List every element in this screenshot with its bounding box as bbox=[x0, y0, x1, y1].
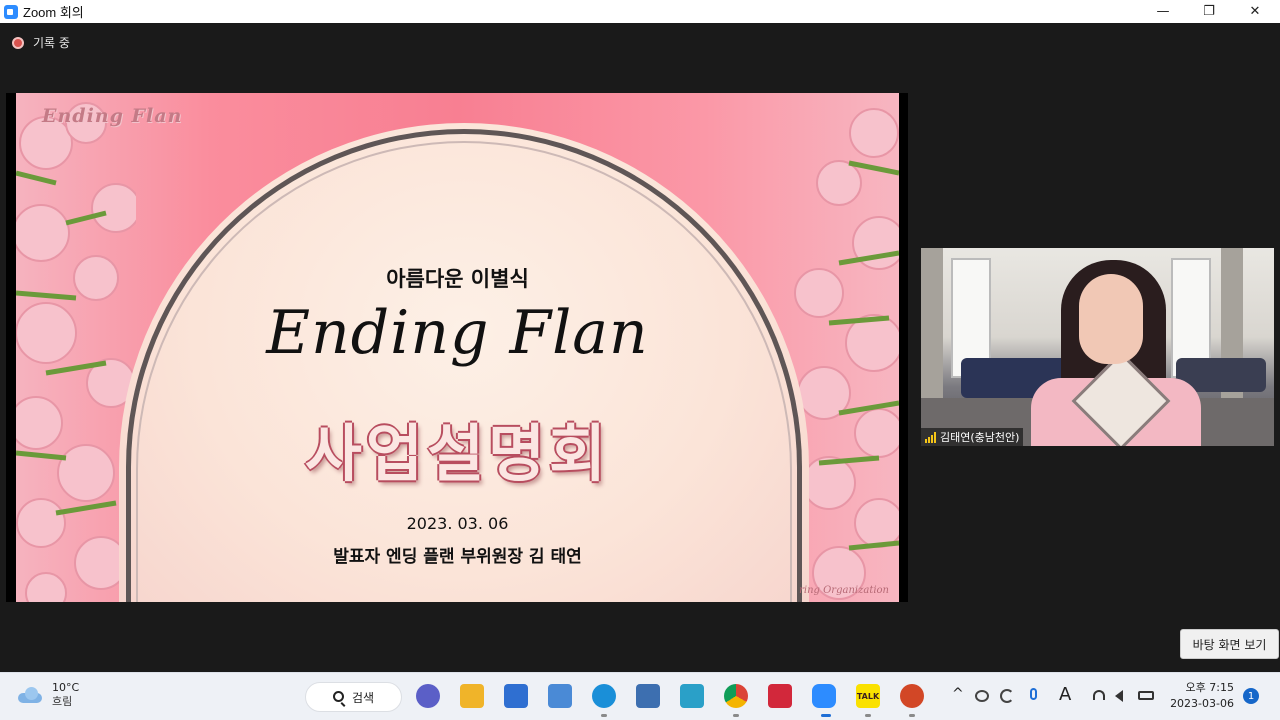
taskbar-search[interactable]: 검색 bbox=[305, 682, 402, 712]
chrome-icon[interactable] bbox=[724, 684, 748, 708]
clock-date: 2023-03-06 bbox=[1170, 697, 1234, 710]
web-app-icon[interactable] bbox=[680, 684, 704, 708]
slide-presenter: 발표자 엔딩 플랜 부위원장 김 태연 bbox=[333, 547, 582, 567]
slide-event-title: 사업설명회 bbox=[304, 417, 611, 490]
microphone-icon[interactable] bbox=[1030, 688, 1037, 700]
running-indicator bbox=[601, 714, 607, 717]
screen-capture-icon[interactable] bbox=[768, 684, 792, 708]
shared-screen: Ending Flan 아름다운 이별식 Ending Flan 사업설명회 2… bbox=[6, 93, 908, 602]
weather-condition: 흐림 bbox=[52, 695, 73, 708]
running-indicator bbox=[733, 714, 739, 717]
slide-date: 2023. 03. 06 bbox=[406, 514, 509, 533]
ime-indicator[interactable]: A bbox=[1059, 684, 1071, 705]
search-label: 검색 bbox=[352, 690, 375, 705]
slide-logo: Ending Flan bbox=[42, 105, 183, 127]
minimize-button[interactable]: — bbox=[1140, 0, 1186, 23]
search-icon bbox=[333, 691, 344, 702]
title-bar: Zoom 회의 — ❐ ✕ bbox=[0, 0, 1280, 23]
zoom-taskbar-icon[interactable] bbox=[812, 684, 836, 708]
file-explorer-icon[interactable] bbox=[460, 684, 484, 708]
slide: Ending Flan 아름다운 이별식 Ending Flan 사업설명회 2… bbox=[16, 93, 899, 602]
battery-icon[interactable] bbox=[1138, 691, 1154, 700]
participant-name-tag: 김태연(충남천안) bbox=[921, 428, 1024, 446]
recording-label: 기록 중 bbox=[33, 36, 70, 50]
settings-icon[interactable] bbox=[548, 684, 572, 708]
participant-video[interactable] bbox=[921, 248, 1274, 446]
record-icon bbox=[12, 36, 24, 49]
taskbar: 10°C 흐림 검색 TALK ^ A 오후 7:15 2023-03-06 1 bbox=[0, 672, 1280, 720]
signal-strength-icon bbox=[925, 431, 936, 443]
zoom-app-icon bbox=[4, 4, 18, 19]
system-clock[interactable]: 오후 7:15 2023-03-06 bbox=[1168, 680, 1234, 712]
sync-error-icon[interactable] bbox=[975, 690, 989, 702]
wifi-icon[interactable] bbox=[1093, 690, 1105, 700]
window-title: Zoom 회의 bbox=[23, 5, 84, 20]
weather-temperature: 10°C bbox=[52, 681, 80, 694]
curtain bbox=[921, 248, 943, 398]
chat-icon[interactable] bbox=[416, 684, 440, 708]
slide-script-title: Ending Flan bbox=[266, 298, 649, 368]
tray-overflow-chevron-icon[interactable]: ^ bbox=[952, 686, 964, 702]
maximize-button[interactable]: ❐ bbox=[1186, 0, 1232, 23]
show-desktop-tooltip[interactable]: 바탕 화면 보기 bbox=[1180, 629, 1279, 659]
notification-badge[interactable]: 1 bbox=[1243, 688, 1259, 704]
slide-subtitle: 아름다운 이별식 bbox=[386, 267, 529, 291]
network-app-icon[interactable] bbox=[636, 684, 660, 708]
refresh-icon[interactable] bbox=[1000, 689, 1014, 703]
start-button[interactable] bbox=[265, 685, 289, 709]
recording-indicator[interactable]: 기록 중 bbox=[12, 34, 70, 51]
cloud-icon bbox=[18, 687, 44, 703]
participant-name: 김태연(충남천안) bbox=[940, 431, 1020, 444]
running-indicator bbox=[865, 714, 871, 717]
microsoft-store-icon[interactable] bbox=[504, 684, 528, 708]
slide-watermark: ring Organization bbox=[799, 585, 889, 596]
running-indicator bbox=[909, 714, 915, 717]
powerpoint-icon[interactable] bbox=[900, 684, 924, 708]
volume-icon[interactable] bbox=[1115, 690, 1123, 702]
weather-widget[interactable]: 10°C 흐림 bbox=[18, 681, 79, 709]
active-indicator bbox=[821, 714, 831, 717]
edge-browser-icon[interactable] bbox=[592, 684, 616, 708]
close-button[interactable]: ✕ bbox=[1232, 0, 1278, 23]
kakaotalk-icon[interactable]: TALK bbox=[856, 684, 880, 708]
clock-time: 오후 7:15 bbox=[1185, 681, 1234, 694]
participant-face bbox=[1079, 274, 1143, 364]
